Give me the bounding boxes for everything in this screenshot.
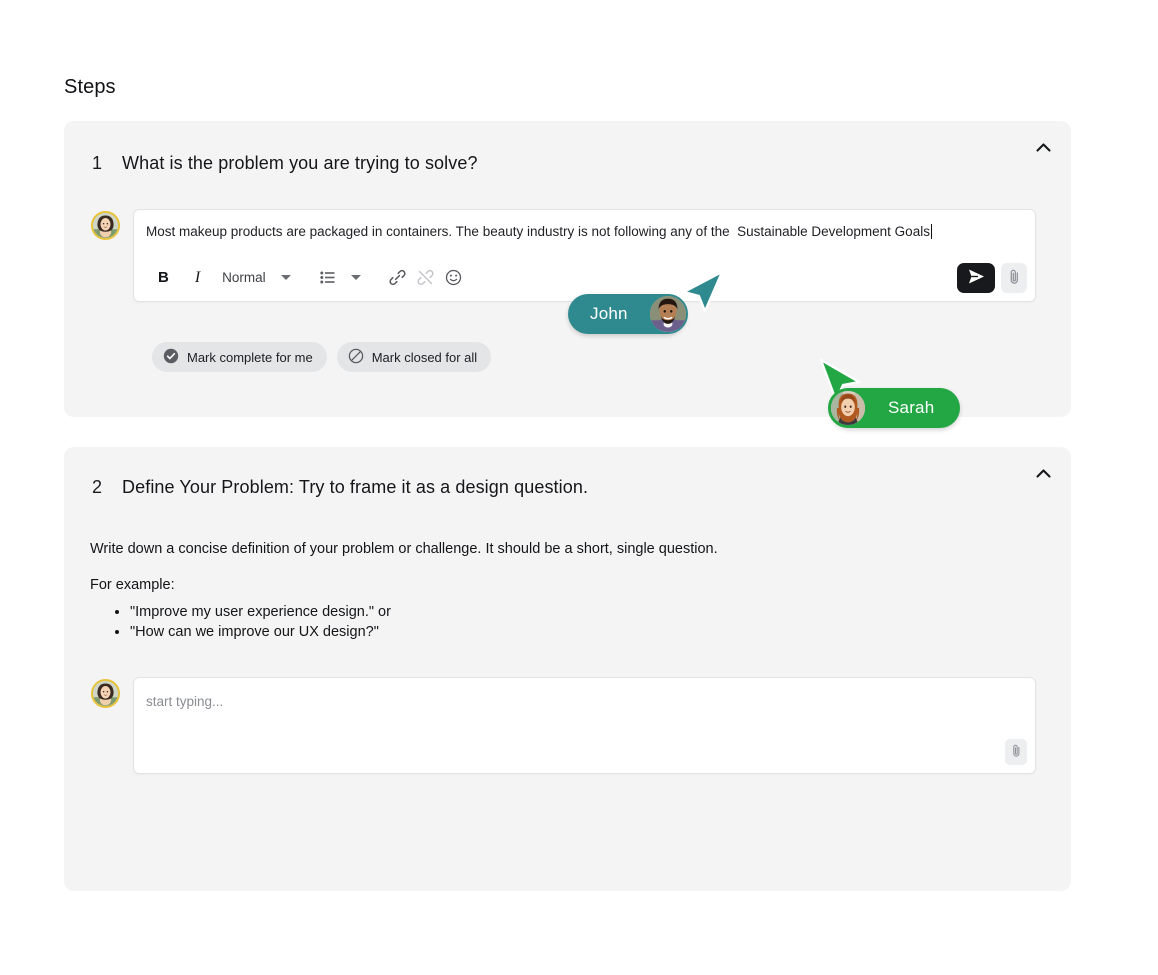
composer-actions	[957, 262, 1027, 293]
step-1-composer-row: Most makeup products are packaged in con…	[91, 209, 1036, 302]
chevron-down-icon	[350, 275, 361, 281]
collaborator-cursor-sarah: Sarah	[819, 358, 961, 428]
cursor-name-label: John	[590, 304, 628, 323]
bold-button[interactable]: B	[146, 263, 181, 293]
collapse-step-2-button[interactable]	[1029, 459, 1057, 487]
mark-closed-for-all-button[interactable]: Mark closed for all	[336, 342, 492, 372]
chevron-down-icon	[280, 275, 291, 281]
page-title: Steps	[64, 76, 116, 98]
step-2-example-list: "Improve my user experience design." or …	[90, 602, 391, 642]
send-button[interactable]	[957, 262, 995, 293]
step-2-header: 2 Define Your Problem: Try to frame it a…	[92, 477, 588, 498]
text-style-caret-button[interactable]	[272, 263, 300, 293]
emoji-smiley-icon	[445, 269, 462, 286]
mark-complete-for-me-button[interactable]: Mark complete for me	[152, 342, 327, 372]
cursor-pill-john: John	[568, 294, 688, 334]
step-2-title: Define Your Problem: Try to frame it as …	[122, 477, 589, 497]
step-1-header: 1 What is the problem you are trying to …	[92, 153, 478, 174]
link-icon	[389, 269, 406, 286]
mark-complete-label: Mark complete for me	[187, 349, 313, 365]
chevron-up-icon	[1035, 466, 1051, 481]
italic-button[interactable]: I	[181, 263, 214, 293]
step-2-composer-row: start typing...	[91, 677, 1036, 774]
editor-content[interactable]: Most makeup products are packaged in con…	[134, 210, 1035, 255]
insert-link-button[interactable]	[384, 263, 412, 293]
bulleted-list-button[interactable]	[314, 263, 342, 293]
step-1-actions: Mark complete for me Mark closed for all	[152, 342, 492, 372]
text-style-select[interactable]: Normal	[214, 263, 272, 293]
check-circle-icon	[163, 348, 179, 367]
remove-link-button[interactable]	[412, 263, 440, 293]
avatar	[91, 211, 120, 240]
step-1-number: 1	[92, 153, 103, 173]
step-card-1: 1 What is the problem you are trying to …	[64, 121, 1071, 417]
step-2-paragraph-1: Write down a concise definition of your …	[90, 541, 718, 557]
mark-closed-label: Mark closed for all	[371, 349, 478, 365]
avatar	[828, 388, 868, 428]
emoji-button[interactable]	[440, 263, 468, 293]
list-style-caret-button[interactable]	[342, 263, 370, 293]
send-paper-plane-icon	[967, 268, 986, 288]
cursor-name-label: Sarah	[888, 398, 935, 417]
step-2-number: 2	[92, 477, 103, 497]
attach-file-button[interactable]	[1005, 739, 1027, 765]
unlink-icon	[417, 269, 434, 286]
cursor-pill-sarah: Sarah	[828, 388, 961, 428]
list-item: "Improve my user experience design." or	[130, 602, 391, 622]
avatar	[647, 294, 688, 334]
text-cursor	[930, 224, 932, 239]
list-item: "How can we improve our UX design?"	[130, 622, 391, 642]
step-1-title: What is the problem you are trying to so…	[122, 153, 478, 173]
avatar	[91, 679, 120, 708]
textarea-placeholder: start typing...	[146, 694, 224, 709]
chevron-up-icon	[1035, 140, 1051, 155]
collapse-step-1-button[interactable]	[1029, 133, 1057, 161]
paperclip-icon	[1011, 743, 1022, 761]
slash-circle-icon	[348, 348, 364, 367]
bulleted-list-icon	[320, 271, 335, 284]
rich-text-editor[interactable]: Most makeup products are packaged in con…	[133, 209, 1036, 302]
step-2-paragraph-2: For example:	[90, 577, 175, 593]
step-2-textarea[interactable]: start typing...	[133, 677, 1036, 774]
paperclip-icon	[1008, 268, 1021, 288]
editor-text: Most makeup products are packaged in con…	[146, 224, 930, 239]
step-card-2: 2 Define Your Problem: Try to frame it a…	[64, 447, 1071, 891]
collaborator-cursor-john: John	[568, 270, 724, 334]
attach-file-button[interactable]	[1001, 262, 1027, 293]
steps-page: Steps 1 What is the problem you are tryi…	[0, 0, 1158, 975]
